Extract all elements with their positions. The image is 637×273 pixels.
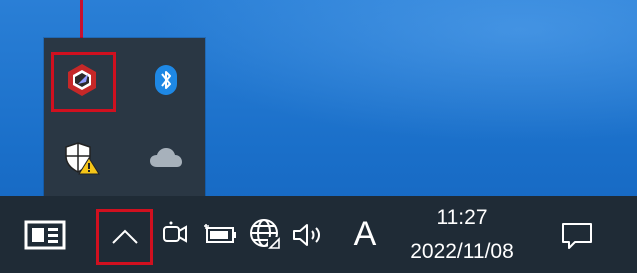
meet-now-icon [163, 221, 187, 243]
clock-button[interactable]: 11:27 2022/11/08 [392, 204, 532, 268]
network-globe-icon [250, 219, 281, 250]
meet-now-button[interactable] [160, 218, 190, 250]
chevron-highlight-box [96, 209, 153, 265]
ime-label: A [353, 214, 377, 253]
ime-indicator[interactable]: A [348, 210, 382, 258]
onedrive-cloud-icon [150, 148, 182, 167]
news-widget-button[interactable] [22, 218, 68, 252]
volume-button[interactable] [287, 216, 329, 254]
app-icon-highlight-box [51, 52, 116, 112]
windows-security-warning-icon [65, 142, 100, 175]
notifications-icon [562, 223, 592, 249]
clock-time: 11:27 [436, 206, 488, 229]
bluetooth-icon [155, 65, 177, 95]
battery-icon [204, 224, 236, 243]
battery-button[interactable] [202, 218, 240, 250]
tray-security-item[interactable] [52, 132, 112, 184]
notifications-button[interactable] [555, 216, 599, 256]
news-widget-icon [24, 220, 66, 250]
tray-onedrive-item[interactable] [136, 132, 196, 184]
volume-icon [293, 224, 320, 246]
network-button[interactable] [246, 215, 284, 253]
tray-bluetooth-item[interactable] [136, 54, 196, 106]
clock-date: 2022/11/08 [410, 240, 514, 263]
